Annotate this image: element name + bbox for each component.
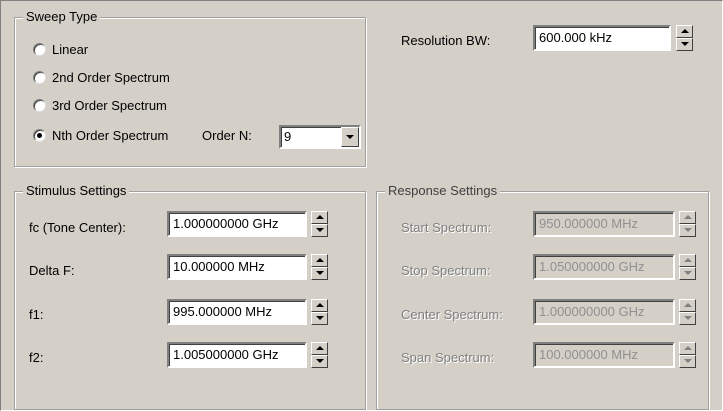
stop-spectrum-field: 1.050000000 GHz: [533, 254, 675, 280]
order-n-value: 9: [284, 129, 292, 144]
resolution-bw-field[interactable]: 600.000 kHz: [533, 25, 671, 51]
center-spectrum-field: 1.000000000 GHz: [533, 299, 675, 325]
f2-field[interactable]: 1.005000000 GHz: [167, 342, 307, 368]
chevron-down-icon[interactable]: [341, 127, 359, 147]
spin-down-icon[interactable]: [311, 267, 328, 280]
spin-up-icon[interactable]: [311, 254, 328, 267]
response-settings-group: Response Settings Start Spectrum: 950.00…: [376, 183, 709, 410]
stop-spectrum-label: Stop Spectrum:: [401, 263, 491, 278]
f2-spinner[interactable]: [311, 342, 328, 368]
radio-2nd-order[interactable]: 2nd Order Spectrum: [33, 68, 170, 86]
spin-up-icon[interactable]: [311, 299, 328, 312]
span-spectrum-label: Span Spectrum:: [401, 350, 495, 365]
radio-linear[interactable]: Linear: [33, 40, 88, 58]
spin-down-icon[interactable]: [311, 355, 328, 368]
sweep-type-group: Sweep Type Linear 2nd Order Spectrum 3rd…: [14, 9, 366, 167]
spin-up-icon: [679, 211, 696, 224]
radio-nth-order[interactable]: Nth Order Spectrum: [33, 126, 168, 144]
f1-spinner[interactable]: [311, 299, 328, 325]
radio-3rd-order-label: 3rd Order Spectrum: [52, 97, 167, 113]
f1-label: f1:: [29, 307, 44, 322]
f1-field[interactable]: 995.000000 MHz: [167, 299, 307, 325]
fc-label: fc (Tone Center):: [29, 220, 126, 235]
spin-up-icon: [679, 254, 696, 267]
spin-down-icon[interactable]: [311, 224, 328, 237]
spin-up-icon: [679, 342, 696, 355]
radio-selected-dot-icon: [37, 132, 42, 138]
delta-f-label: Delta F:: [29, 263, 75, 278]
radio-3rd-order[interactable]: 3rd Order Spectrum: [33, 96, 167, 114]
start-spectrum-field: 950.000000 MHz: [533, 211, 675, 237]
delta-f-spinner[interactable]: [311, 254, 328, 280]
stop-spectrum-spinner: [679, 254, 696, 280]
resolution-bw-label: Resolution BW:: [401, 33, 491, 48]
span-spectrum-field: 100.000000 MHz: [533, 342, 675, 368]
order-n-label: Order N:: [202, 128, 252, 143]
radio-linear-label: Linear: [52, 41, 89, 57]
span-spectrum-spinner: [679, 342, 696, 368]
spin-down-icon: [679, 267, 696, 280]
center-spectrum-spinner: [679, 299, 696, 325]
radio-3rd-order-button[interactable]: [33, 98, 46, 112]
order-n-select[interactable]: 9: [279, 125, 361, 149]
fc-field[interactable]: 1.000000000 GHz: [167, 211, 307, 237]
spin-up-icon[interactable]: [676, 25, 693, 38]
start-spectrum-label: Start Spectrum:: [401, 220, 492, 235]
spin-down-icon[interactable]: [311, 312, 328, 325]
spin-down-icon: [679, 355, 696, 368]
resolution-bw-spinner[interactable]: [676, 25, 693, 51]
start-spectrum-spinner: [679, 211, 696, 237]
stimulus-settings-title: Stimulus Settings: [23, 183, 130, 198]
radio-nth-order-button[interactable]: [33, 128, 46, 142]
radio-2nd-order-button[interactable]: [33, 70, 46, 84]
sweep-type-title: Sweep Type: [23, 9, 101, 24]
spin-up-icon: [679, 299, 696, 312]
fc-spinner[interactable]: [311, 211, 328, 237]
stimulus-settings-group: Stimulus Settings fc (Tone Center): 1.00…: [14, 183, 366, 410]
spin-down-icon[interactable]: [676, 38, 693, 51]
spin-up-icon[interactable]: [311, 211, 328, 224]
radio-linear-button[interactable]: [33, 42, 46, 56]
response-settings-title: Response Settings: [385, 183, 501, 198]
spin-down-icon: [679, 312, 696, 325]
center-spectrum-label: Center Spectrum:: [401, 307, 503, 322]
spin-up-icon[interactable]: [311, 342, 328, 355]
radio-2nd-order-label: 2nd Order Spectrum: [52, 69, 170, 85]
f2-label: f2:: [29, 350, 44, 365]
radio-nth-order-label: Nth Order Spectrum: [52, 127, 169, 143]
spin-down-icon: [679, 224, 696, 237]
delta-f-field[interactable]: 10.000000 MHz: [167, 254, 307, 280]
